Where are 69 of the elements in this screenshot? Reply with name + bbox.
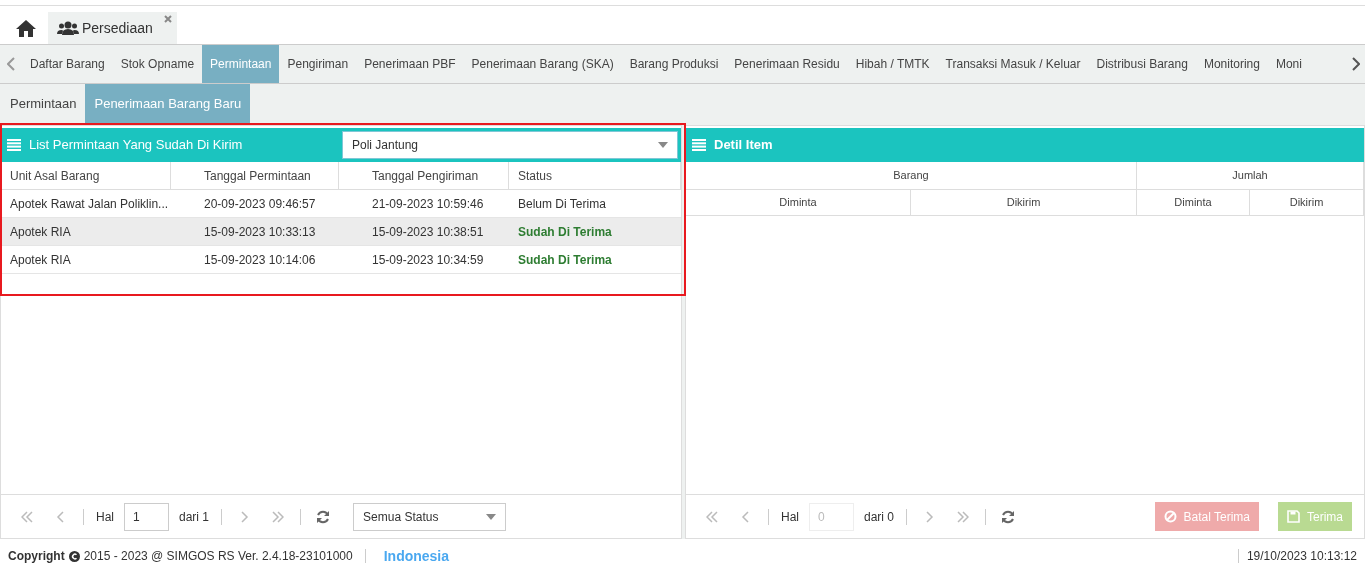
- datetime-text: 19/10/2023 10:13:12: [1246, 548, 1357, 565]
- menu-tab[interactable]: Stok Opname: [112, 45, 203, 83]
- chevron-left-icon: [7, 57, 15, 71]
- page-label: Hal: [780, 508, 800, 526]
- next-page-icon: [923, 510, 936, 523]
- column-header: Barang: [686, 162, 1137, 189]
- next-page-icon: [238, 510, 251, 523]
- status-filter-select[interactable]: Semua Status: [353, 502, 507, 531]
- panel-title: List Permintaan Yang Sudah Di Kirim: [29, 136, 244, 155]
- previous-page-icon: [740, 510, 752, 523]
- page-count: dari 0: [863, 508, 896, 526]
- users-icon: [57, 21, 79, 35]
- table-cell-text: Apotek RIA: [9, 251, 72, 269]
- column-header: Tanggal Permintaan: [171, 162, 339, 189]
- menu-tab[interactable]: Hibah / TMTK: [847, 45, 938, 83]
- previous-page-icon: [55, 510, 67, 523]
- table-cell-text: 15-09-2023 10:14:06: [203, 251, 317, 269]
- column-header: Jumlah: [1137, 162, 1364, 189]
- menu-tab[interactable]: Monitoring: [1195, 45, 1268, 83]
- caret-down-icon: [658, 142, 668, 148]
- column-header: Dikirim: [1250, 190, 1364, 215]
- column-header: Status: [509, 162, 681, 189]
- column-header: Diminta: [686, 190, 911, 215]
- menu-tab[interactable]: Distribusi Barang: [1088, 45, 1196, 83]
- table-cell-text: 15-09-2023 10:38:51: [371, 223, 485, 241]
- chevron-right-icon: [1352, 57, 1360, 71]
- first-page-icon: [21, 510, 33, 523]
- unit-select[interactable]: Poli Jantung: [342, 131, 678, 159]
- table-cell-text: 15-09-2023 10:33:13: [203, 223, 317, 241]
- table-row[interactable]: Apotek RIA 15-09-2023 10:33:13 15-09-2023 10:38:51 Sudah Di Terima: [1, 218, 681, 246]
- copyright-text: 2015 - 2023 @ SIMGOS RS Ver. 2.4.18-23101000: [83, 548, 353, 565]
- panel-title: Detil Item: [714, 136, 773, 155]
- home-icon: [16, 19, 36, 37]
- page-count: dari 1: [178, 508, 211, 526]
- page-input[interactable]: 1: [124, 502, 169, 531]
- first-page-icon: [706, 510, 718, 523]
- sub-tab[interactable]: Permintaan: [1, 84, 86, 123]
- app-tab[interactable]: Persediaan: [48, 12, 177, 44]
- page-label: Hal: [95, 508, 115, 526]
- column-header: Tanggal Pengiriman: [339, 162, 509, 189]
- last-page-icon: [957, 510, 970, 523]
- copyright-icon: [68, 550, 80, 562]
- table-cell-text: 15-09-2023 10:34:59: [371, 251, 485, 269]
- menu-tab[interactable]: Barang Produksi: [621, 45, 727, 83]
- ban-icon: [1163, 510, 1177, 523]
- refresh-icon: [316, 509, 331, 524]
- menu-tab[interactable]: Daftar Barang: [22, 45, 113, 83]
- caret-down-icon: [486, 513, 497, 520]
- column-header: Dikirim: [911, 190, 1137, 215]
- list-icon: [7, 139, 21, 151]
- status-cell-text: Belum Di Terima: [517, 195, 607, 213]
- column-header: Diminta: [1137, 190, 1250, 215]
- menu-tab[interactable]: Penerimaan Residu: [726, 45, 848, 83]
- menu-tab[interactable]: Transaksi Masuk / Keluar: [937, 45, 1089, 83]
- status-cell-text: Sudah Di Terima: [517, 251, 613, 269]
- list-icon: [692, 139, 706, 151]
- table-cell-text: 20-09-2023 09:46:57: [203, 195, 317, 213]
- menu-tab[interactable]: Penerimaan Barang (SKA): [463, 45, 622, 83]
- copyright-label: Copyright: [8, 548, 65, 565]
- column-header: Unit Asal Barang: [1, 162, 171, 189]
- table-cell-text: Apotek RIA: [9, 223, 72, 241]
- menu-tab[interactable]: Pengiriman: [279, 45, 357, 83]
- menu-tab[interactable]: Moni: [1267, 45, 1310, 83]
- status-cell-text: Sudah Di Terima: [517, 223, 613, 241]
- last-page-icon: [272, 510, 285, 523]
- menu-tab[interactable]: Penerimaan PBF: [356, 45, 464, 83]
- table-cell-text: Apotek Rawat Jalan Poliklin...: [9, 195, 170, 213]
- refresh-icon: [1001, 509, 1016, 524]
- table-cell-text: 21-09-2023 10:59:46: [371, 195, 485, 213]
